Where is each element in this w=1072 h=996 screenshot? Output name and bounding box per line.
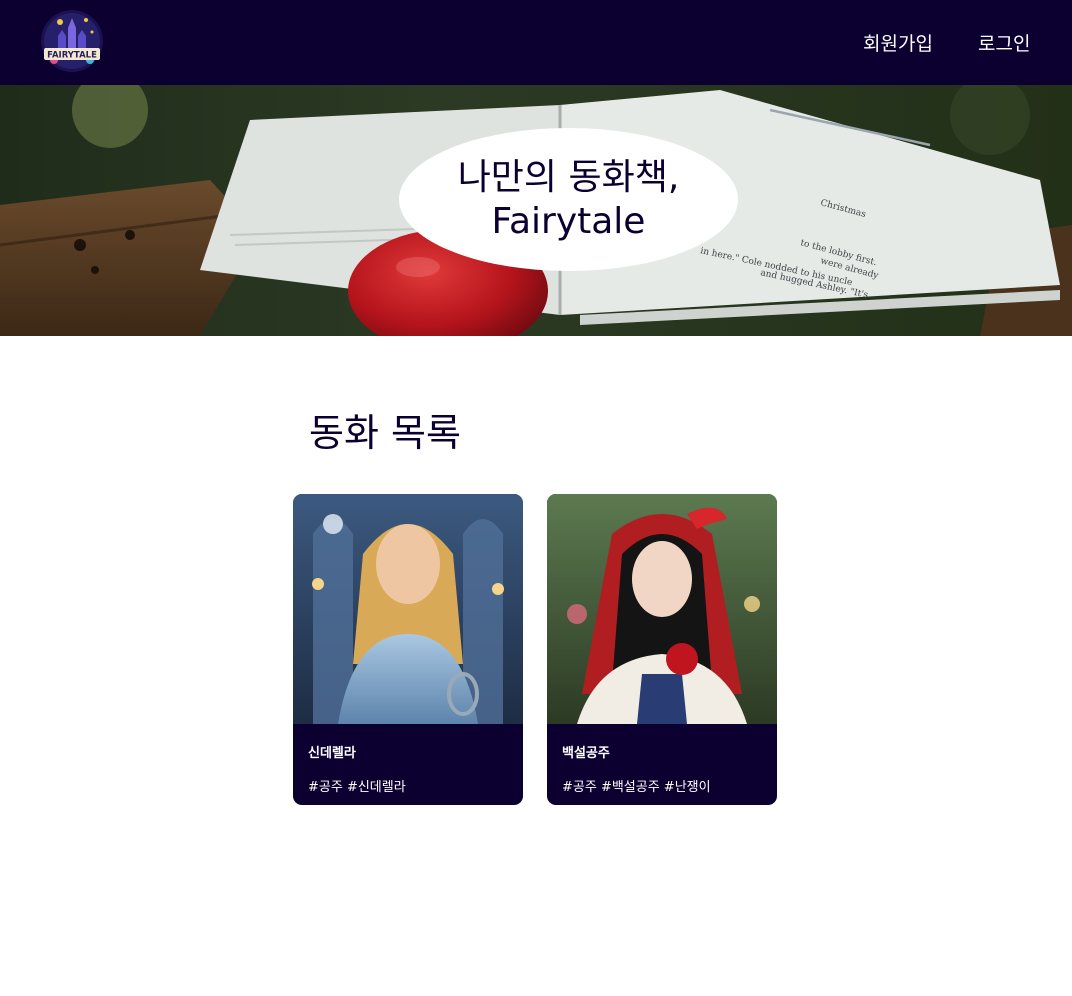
hero-title-line-2: Fairytale [491,200,646,242]
story-tags: #공주 #백설공주 #난쟁이 [562,780,711,795]
login-link[interactable]: 로그인 [978,29,1030,56]
story-card-snow-white[interactable]: 백설공주 #공주 #백설공주 #난쟁이 [547,494,777,805]
fairytale-logo[interactable]: FAIRYTALE [38,8,106,74]
top-navbar: FAIRYTALE 회원가입 로그인 [0,0,1072,85]
hero-title-line-1: 나만의 동화책, [457,156,680,198]
story-card-cinderella[interactable]: 신데렐라 #공주 #신데렐라 [293,494,523,805]
story-list-title: 동화 목록 [309,411,461,455]
hero-banner: to the lobby first. Christmas were alrea… [0,85,1072,336]
castle-logo-icon: FAIRYTALE [41,10,103,72]
story-title: 신데렐라 [308,746,356,761]
hero-title-bubble: 나만의 동화책, Fairytale [399,128,738,271]
story-title: 백설공주 [562,746,610,761]
story-tags: #공주 #신데렐라 [308,780,406,795]
snow-white-illustration [547,494,777,724]
cinderella-illustration [293,494,523,724]
logo-wordmark: FAIRYTALE [47,51,97,61]
signup-link[interactable]: 회원가입 [863,29,933,56]
